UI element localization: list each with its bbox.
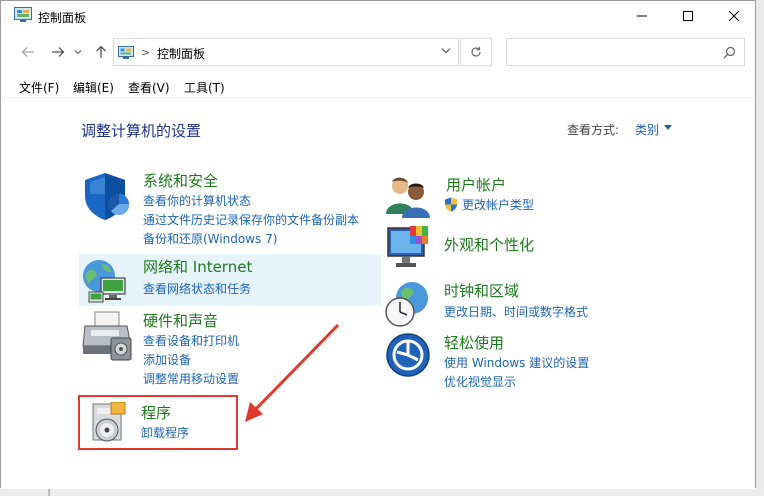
- refresh-button[interactable]: [460, 38, 492, 66]
- category-hardware-sound: 硬件和声音 查看设备和打印机 添加设备 调整常用移动设置: [81, 310, 381, 390]
- forward-arrow-icon: [52, 47, 65, 57]
- navigation-bar: > 控制面板: [1, 35, 755, 69]
- link-windows-recommended-settings[interactable]: 使用 Windows 建议的设置: [444, 354, 589, 371]
- menu-edit[interactable]: 编辑(E): [73, 79, 114, 96]
- close-icon: [728, 10, 740, 22]
- maximize-icon: [683, 11, 693, 21]
- menu-bar: 文件(F) 编辑(E) 查看(V) 工具(T): [1, 75, 755, 97]
- caret-down-icon[interactable]: [664, 125, 672, 130]
- link-backup-restore[interactable]: 备份和还原(Windows 7): [143, 230, 277, 247]
- link-optimize-visual-display[interactable]: 优化视觉显示: [444, 373, 516, 390]
- printer-icon: [82, 311, 132, 361]
- minimize-icon: [637, 15, 647, 17]
- menu-tools[interactable]: 工具(T): [184, 79, 225, 96]
- page-title: 调整计算机的设置: [81, 122, 202, 140]
- window-title: 控制面板: [38, 11, 87, 25]
- search-icon[interactable]: [723, 46, 736, 59]
- uac-shield-icon: [445, 197, 457, 212]
- category-title-user-accounts[interactable]: 用户帐户: [446, 174, 506, 195]
- maximize-button[interactable]: [665, 1, 711, 31]
- close-button[interactable]: [711, 1, 757, 31]
- category-title-network-internet[interactable]: 网络和 Internet: [143, 256, 252, 277]
- view-by-label: 查看方式:: [567, 123, 620, 137]
- category-title-ease-of-access[interactable]: 轻松使用: [444, 332, 504, 353]
- up-arrow-icon: [96, 45, 106, 58]
- annotation-highlight-box: [78, 395, 238, 450]
- users-icon: [386, 177, 430, 218]
- search-input[interactable]: [511, 42, 711, 62]
- link-add-device[interactable]: 添加设备: [143, 351, 191, 368]
- control-panel-icon: [118, 46, 134, 59]
- search-box[interactable]: [506, 38, 745, 66]
- accessibility-icon: [386, 333, 430, 377]
- category-clock-region: 时钟和区域 更改日期、时间或数字格式: [384, 280, 684, 328]
- breadcrumb-control-panel[interactable]: 控制面板: [157, 45, 205, 62]
- category-title-system-security[interactable]: 系统和安全: [143, 170, 218, 191]
- category-system-security: 系统和安全 查看你的计算机状态 通过文件历史记录保存你的文件备份副本 备份和还原…: [81, 170, 381, 250]
- address-dropdown-icon[interactable]: [441, 47, 451, 54]
- link-change-date-time-format[interactable]: 更改日期、时间或数字格式: [444, 303, 588, 320]
- link-change-account-type[interactable]: 更改帐户类型: [462, 196, 534, 213]
- address-bar[interactable]: > 控制面板: [113, 38, 459, 66]
- link-devices-printers[interactable]: 查看设备和打印机: [143, 332, 239, 349]
- menu-view[interactable]: 查看(V): [128, 79, 170, 96]
- forward-button[interactable]: [47, 41, 69, 63]
- link-view-computer-status[interactable]: 查看你的计算机状态: [143, 192, 251, 209]
- background-window-edge: [757, 0, 764, 496]
- title-bar: 控制面板: [1, 1, 755, 31]
- clock-globe-icon: [385, 282, 428, 327]
- globe-network-icon: [83, 260, 126, 303]
- monitor-color-icon: [387, 226, 428, 267]
- view-by-dropdown[interactable]: 类别: [635, 121, 659, 138]
- link-file-history-backup[interactable]: 通过文件历史记录保存你的文件备份副本: [143, 211, 359, 228]
- link-mobility-settings[interactable]: 调整常用移动设置: [143, 370, 239, 387]
- shield-icon: [85, 173, 130, 220]
- link-network-status[interactable]: 查看网络状态和任务: [143, 280, 251, 297]
- category-ease-of-access: 轻松使用 使用 Windows 建议的设置 优化视觉显示: [385, 332, 685, 390]
- breadcrumb-separator: >: [141, 46, 151, 59]
- category-title-appearance[interactable]: 外观和个性化: [444, 234, 534, 255]
- back-button[interactable]: [17, 41, 39, 63]
- control-panel-app-icon: [14, 7, 32, 22]
- category-title-hardware-sound[interactable]: 硬件和声音: [143, 310, 218, 331]
- refresh-icon: [471, 46, 481, 57]
- up-button[interactable]: [90, 41, 112, 63]
- minimize-button[interactable]: [619, 1, 665, 31]
- category-appearance: 外观和个性化: [386, 224, 686, 274]
- menu-file[interactable]: 文件(F): [19, 79, 59, 96]
- control-panel-window: 控制面板 > 控制面板 文件(F) 编辑(E) 查看(V) 工具(T) 调整计算…: [0, 0, 756, 489]
- back-arrow-icon: [21, 47, 34, 57]
- recent-locations-button[interactable]: [71, 41, 85, 63]
- background-window-bottom: [0, 489, 764, 496]
- category-title-clock-region[interactable]: 时钟和区域: [444, 280, 519, 301]
- category-network-internet[interactable]: 网络和 Internet 查看网络状态和任务: [79, 254, 381, 306]
- category-user-accounts: 用户帐户 更改帐户类型: [384, 174, 684, 220]
- chevron-down-icon: [74, 50, 82, 55]
- content-area: 调整计算机的设置 查看方式: 类别 系统和安全 查看你的计算机状态 通过文件历史…: [1, 97, 755, 489]
- background-divider: [48, 489, 50, 496]
